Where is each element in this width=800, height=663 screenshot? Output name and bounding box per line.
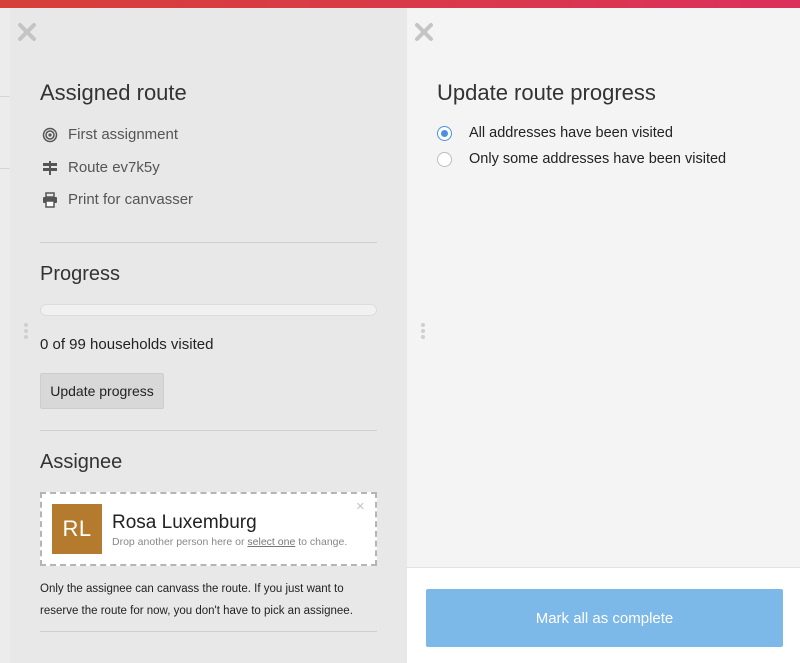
- panel-footer: Mark all as complete: [407, 567, 800, 663]
- route-label: Route ev7k5y: [68, 159, 160, 176]
- close-icon[interactable]: [413, 21, 435, 43]
- assignee-name: Rosa Luxemburg: [112, 512, 257, 533]
- option-label: All addresses have been visited: [469, 125, 673, 141]
- route-link[interactable]: Route ev7k5y: [40, 159, 160, 176]
- panel-title: Assigned route: [40, 80, 187, 105]
- target-icon: [40, 127, 60, 143]
- assignee-hint-text-end: to change.: [295, 536, 348, 548]
- remove-assignee-icon[interactable]: ✕: [356, 500, 365, 513]
- update-progress-panel: Update route progress All addresses have…: [407, 8, 800, 663]
- print-link[interactable]: Print for canvasser: [40, 191, 193, 208]
- option-all-visited[interactable]: All addresses have been visited: [437, 125, 673, 141]
- progress-bar: [40, 304, 377, 316]
- assigned-route-panel: Assigned route First assignment Route ev…: [10, 8, 407, 663]
- background-page: [0, 8, 10, 663]
- option-some-visited[interactable]: Only some addresses have been visited: [437, 151, 726, 167]
- resize-handle[interactable]: [420, 323, 426, 339]
- assignee-hint-text: Drop another person here or: [112, 536, 248, 548]
- select-person-link[interactable]: select one: [247, 536, 295, 548]
- update-progress-button[interactable]: Update progress: [40, 373, 164, 409]
- background-divider: [0, 96, 10, 97]
- print-label: Print for canvasser: [68, 191, 194, 208]
- assignee-note: Only the assignee can canvass the route.…: [40, 583, 353, 617]
- avatar: RL: [52, 504, 102, 554]
- divider: [40, 631, 377, 632]
- printer-icon: [40, 191, 60, 208]
- progress-heading: Progress: [40, 263, 121, 285]
- mark-all-complete-button[interactable]: Mark all as complete: [426, 589, 783, 647]
- close-icon[interactable]: [16, 21, 38, 43]
- assignee-dropzone[interactable]: RL Rosa Luxemburg Drop another person he…: [40, 492, 377, 566]
- divider: [40, 430, 377, 431]
- resize-handle[interactable]: [23, 323, 29, 339]
- assignee-hint: Drop another person here or select one t…: [112, 536, 347, 548]
- assignee-heading: Assignee: [40, 451, 123, 473]
- option-label: Only some addresses have been visited: [469, 151, 727, 167]
- first-assignment-label: First assignment: [68, 126, 179, 143]
- divider: [40, 242, 377, 243]
- top-accent-bar: [0, 0, 800, 8]
- radio-button[interactable]: [437, 125, 452, 141]
- progress-status: 0 of 99 households visited: [40, 336, 214, 353]
- panel-title: Update route progress: [437, 80, 656, 105]
- signpost-icon: [40, 160, 60, 176]
- radio-button[interactable]: [437, 151, 452, 167]
- background-divider: [0, 168, 10, 169]
- first-assignment-link[interactable]: First assignment: [40, 126, 178, 143]
